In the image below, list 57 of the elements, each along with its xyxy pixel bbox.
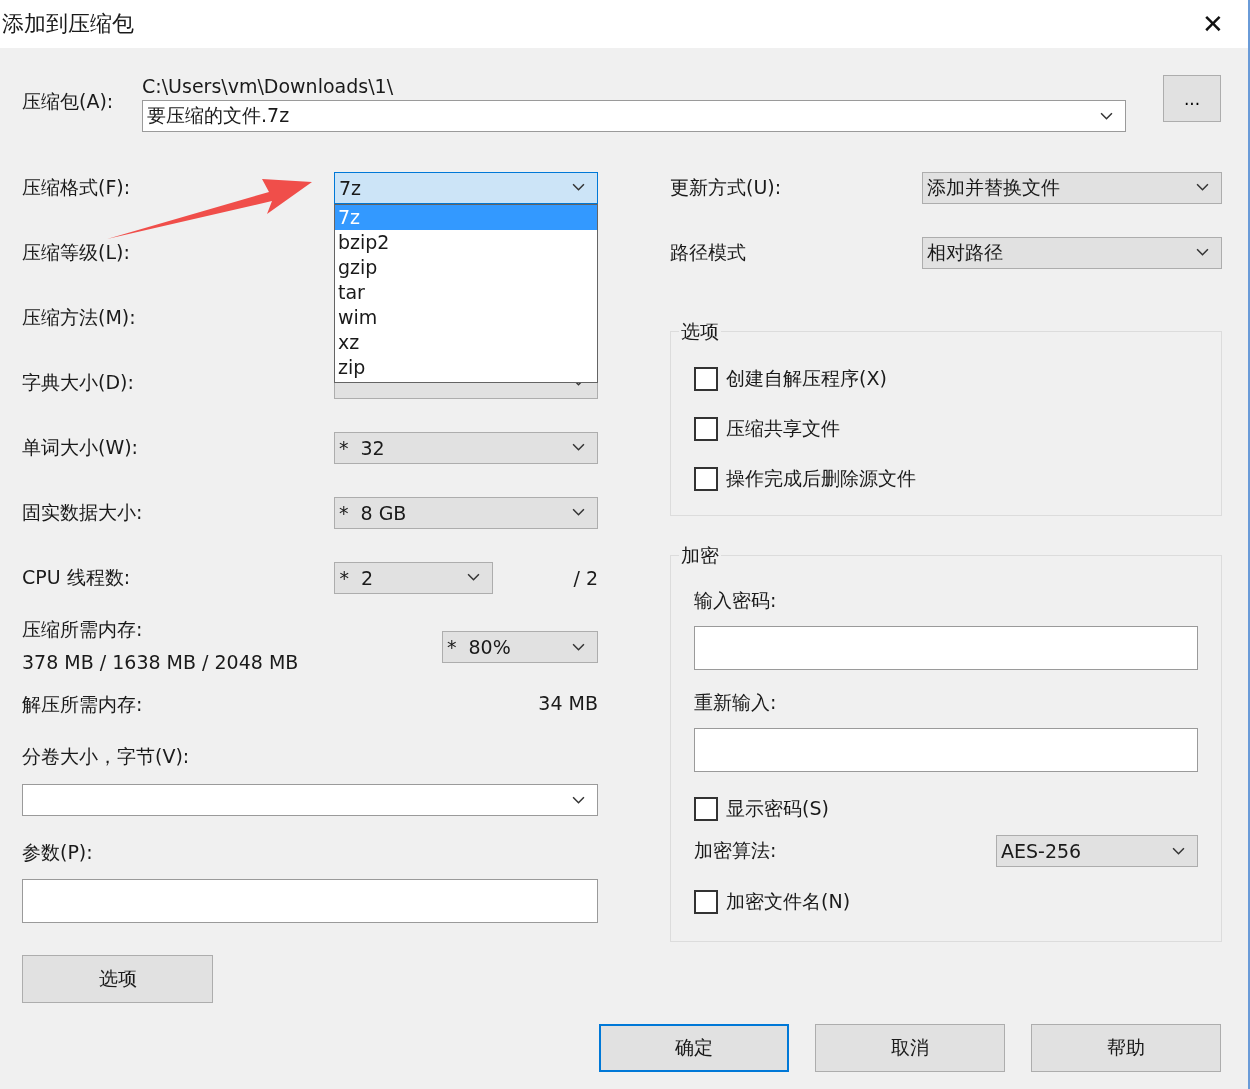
path-mode-combo[interactable]: 相对路径 bbox=[922, 236, 1222, 269]
checkbox[interactable] bbox=[694, 797, 718, 821]
volume-label: 分卷大小，字节(V): bbox=[22, 744, 191, 769]
format-combo[interactable]: 7z bbox=[334, 171, 598, 204]
setting-label: 压缩等级(L): bbox=[22, 239, 130, 265]
setting-combo[interactable]: * 32 bbox=[334, 431, 598, 464]
setting-label: 压缩方法(M): bbox=[22, 304, 136, 330]
password-label: 输入密码: bbox=[694, 588, 778, 613]
memory-combo[interactable]: * 80% bbox=[442, 631, 598, 663]
setting-combo[interactable]: * 8 GB bbox=[334, 496, 598, 529]
setting-label: 单词大小(W): bbox=[22, 434, 138, 460]
archive-label: 压缩包(A): bbox=[22, 89, 115, 114]
format-label: 压缩格式(F): bbox=[22, 174, 131, 200]
memory-reading: 34 MB bbox=[538, 692, 598, 716]
volume-combo[interactable] bbox=[22, 784, 598, 816]
setting-label: 解压所需内存: bbox=[22, 692, 143, 717]
format-option[interactable]: gzip bbox=[335, 254, 597, 280]
format-option[interactable]: zip bbox=[335, 354, 597, 380]
checkbox[interactable] bbox=[694, 467, 718, 491]
encryption-method-label: 加密算法: bbox=[694, 838, 777, 863]
close-button[interactable]: ✕ bbox=[1178, 0, 1248, 48]
password-field[interactable] bbox=[694, 626, 1198, 670]
update-combo[interactable]: 添加并替换文件 bbox=[922, 171, 1222, 204]
update-label: 更新方式(U): bbox=[670, 174, 782, 200]
checkbox-label: 加密文件名(N) bbox=[726, 889, 851, 914]
window-title: 添加到压缩包 bbox=[1, 10, 134, 38]
setting-label: 压缩所需内存: bbox=[22, 617, 144, 642]
checkbox-label: 创建自解压程序(X) bbox=[726, 366, 887, 391]
checkbox[interactable] bbox=[694, 417, 718, 441]
setting-label: 字典大小(D): bbox=[22, 369, 134, 395]
parameters-field[interactable] bbox=[22, 879, 598, 923]
dialog-button[interactable]: 帮助 bbox=[1031, 1024, 1221, 1072]
checkbox-label: 操作完成后删除源文件 bbox=[726, 466, 916, 491]
reenter-field[interactable] bbox=[694, 728, 1198, 772]
threads-combo[interactable]: * 2 bbox=[334, 561, 494, 594]
checkbox[interactable] bbox=[694, 890, 718, 914]
checkbox-label: 显示密码(S) bbox=[726, 796, 829, 821]
checkbox-label: 压缩共享文件 bbox=[726, 416, 840, 441]
options-button[interactable]: 选项 bbox=[22, 955, 213, 1003]
setting-label: 固实数据大小: bbox=[22, 499, 143, 525]
setting-label: CPU 线程数: bbox=[22, 564, 131, 590]
format-option[interactable]: xz bbox=[335, 329, 597, 355]
threads-total: / 2 bbox=[573, 566, 598, 589]
reenter-label: 重新输入: bbox=[694, 690, 778, 715]
browse-button[interactable]: ... bbox=[1163, 75, 1221, 122]
memory-usage: 378 MB / 1638 MB / 2048 MB bbox=[22, 651, 299, 673]
parameters-label: 参数(P): bbox=[22, 840, 94, 865]
path-mode-label: 路径模式 bbox=[670, 239, 746, 265]
format-option[interactable]: wim bbox=[335, 304, 597, 330]
archive-combo[interactable]: 要压缩的文件.7z bbox=[142, 100, 1126, 132]
dialog-button[interactable]: 确定 bbox=[599, 1024, 789, 1072]
format-option[interactable]: bzip2 bbox=[335, 229, 597, 255]
format-option[interactable]: tar bbox=[335, 279, 597, 305]
encryption-method-combo[interactable]: AES-256 bbox=[996, 835, 1198, 867]
dialog-button[interactable]: 取消 bbox=[815, 1024, 1005, 1072]
archive-path: C:\Users\vm\Downloads\1\ bbox=[142, 75, 395, 97]
checkbox[interactable] bbox=[694, 367, 718, 391]
